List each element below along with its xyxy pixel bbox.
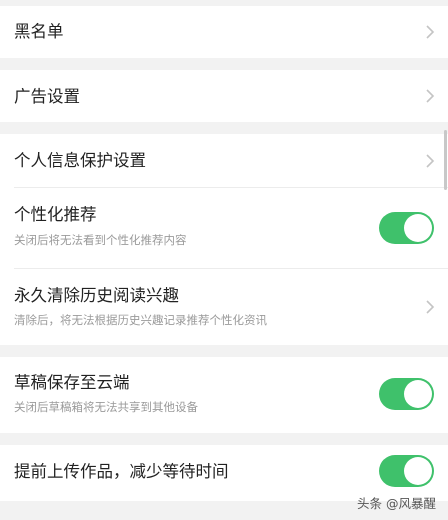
ad-settings-row[interactable]: 广告设置 — [0, 70, 448, 122]
pre-upload-title: 提前上传作品，减少等待时间 — [14, 462, 229, 481]
draft-cloud-card: 草稿保存至云端 关闭后草稿箱将无法共享到其他设备 — [0, 357, 448, 433]
toggle-knob — [404, 457, 432, 485]
chevron-right-icon — [426, 300, 435, 314]
toggle-knob — [404, 214, 432, 242]
pre-upload-toggle[interactable] — [379, 455, 434, 487]
privacy-settings-row[interactable]: 个人信息保护设置 — [0, 134, 448, 187]
chevron-right-icon — [426, 25, 435, 39]
clear-history-row[interactable]: 永久清除历史阅读兴趣 清除后，将无法根据历史兴趣记录推荐个性化资讯 — [0, 269, 448, 345]
clear-history-title: 永久清除历史阅读兴趣 — [14, 286, 179, 305]
watermark-text: 头条 @风暴醒 — [357, 496, 436, 511]
draft-cloud-title: 草稿保存至云端 — [14, 373, 130, 392]
blacklist-card: 黑名单 — [0, 6, 448, 58]
scrollbar[interactable] — [444, 130, 447, 190]
privacy-settings-title: 个人信息保护设置 — [14, 151, 146, 170]
personalized-recommend-row: 个性化推荐 关闭后将无法看到个性化推荐内容 — [0, 188, 448, 268]
blacklist-title: 黑名单 — [14, 22, 64, 41]
chevron-right-icon — [426, 154, 435, 168]
draft-cloud-row: 草稿保存至云端 关闭后草稿箱将无法共享到其他设备 — [0, 357, 448, 433]
draft-cloud-toggle[interactable] — [379, 378, 434, 410]
toggle-knob — [404, 380, 432, 408]
settings-screen: 黑名单 广告设置 个人信息保护设置 个性化推荐 关闭后将无法看到个性化推荐内容 — [0, 0, 448, 520]
draft-cloud-subtitle: 关闭后草稿箱将无法共享到其他设备 — [14, 400, 198, 414]
personalization-card: 个人信息保护设置 个性化推荐 关闭后将无法看到个性化推荐内容 永久清除历史阅读兴… — [0, 134, 448, 345]
blacklist-row[interactable]: 黑名单 — [0, 6, 448, 58]
ad-settings-title: 广告设置 — [14, 87, 80, 106]
chevron-right-icon — [426, 89, 435, 103]
personalized-recommend-subtitle: 关闭后将无法看到个性化推荐内容 — [14, 233, 187, 247]
personalized-recommend-title: 个性化推荐 — [14, 205, 97, 224]
clear-history-subtitle: 清除后，将无法根据历史兴趣记录推荐个性化资讯 — [14, 313, 267, 327]
ad-settings-card: 广告设置 — [0, 70, 448, 122]
personalized-recommend-toggle[interactable] — [379, 212, 434, 244]
